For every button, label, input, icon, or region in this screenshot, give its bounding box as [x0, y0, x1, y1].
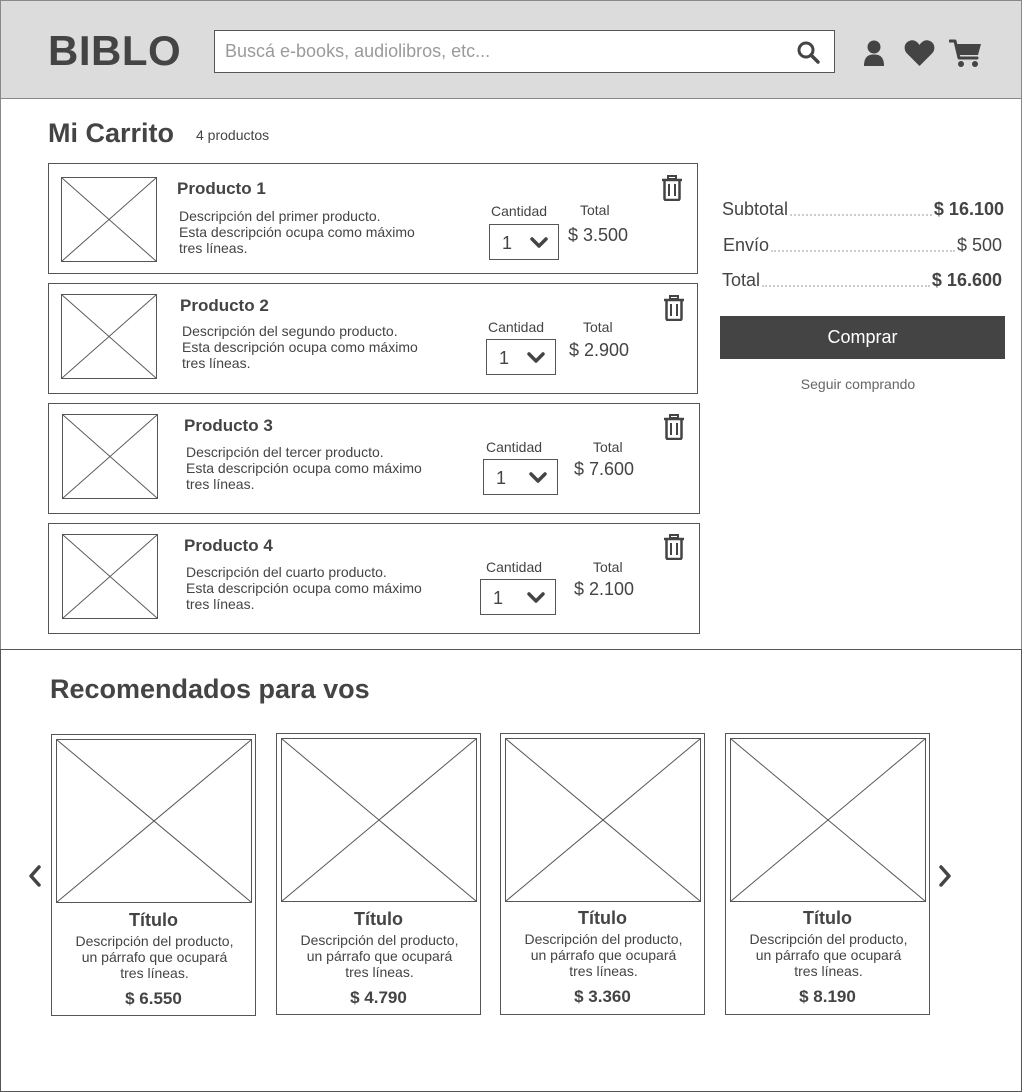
item-total: $ 2.100	[574, 579, 635, 599]
total-value: $ 16.600	[931, 270, 1002, 290]
trash-icon[interactable]	[663, 414, 685, 440]
product-name[interactable]: Producto 1	[177, 179, 266, 199]
search-icon[interactable]	[796, 40, 820, 64]
total-label: Total	[722, 270, 761, 290]
subtotal-value: $ 16.100	[933, 199, 1004, 219]
chevron-down-icon	[530, 237, 548, 248]
product-title: Título	[354, 909, 403, 929]
quantity-label: Cantidad	[491, 203, 548, 219]
search-input[interactable]	[215, 31, 775, 72]
product-price: $ 3.360	[574, 987, 631, 1006]
heart-icon[interactable]	[904, 39, 935, 67]
dotted-leader	[790, 214, 932, 216]
cart-item: Producto 2 Descripción del segundo produ…	[48, 283, 698, 394]
trash-icon[interactable]	[663, 534, 685, 560]
quantity-select[interactable]: 1	[486, 339, 556, 375]
product-description: Descripción del producto, un párrafo que …	[75, 933, 234, 981]
chevron-down-icon	[529, 472, 547, 483]
quantity-value: 1	[499, 348, 510, 368]
trash-icon[interactable]	[663, 295, 685, 321]
total-label: Total	[580, 202, 610, 218]
total-label: Total	[583, 319, 613, 335]
product-description: Descripción del cuarto producto. Esta des…	[186, 564, 422, 612]
quantity-value: 1	[493, 588, 504, 608]
item-total: $ 2.900	[569, 340, 630, 360]
quantity-select[interactable]: 1	[489, 224, 559, 260]
product-price: $ 4.790	[350, 988, 407, 1007]
product-title: Título	[578, 908, 627, 928]
product-description: Descripción del primer producto. Esta des…	[179, 208, 415, 256]
section-title: Recomendados para vos	[50, 674, 370, 704]
quantity-select[interactable]: 1	[483, 459, 558, 495]
product-image	[56, 739, 252, 903]
shipping-row: Envío $ 500	[723, 234, 1002, 256]
quantity-label: Cantidad	[488, 319, 545, 335]
quantity-label: Cantidad	[486, 439, 543, 455]
product-title: Título	[129, 910, 178, 930]
quantity-label: Cantidad	[486, 559, 543, 575]
header: BIBLO	[0, 0, 1022, 99]
product-image	[505, 738, 701, 902]
logo[interactable]: BIBLO	[48, 27, 181, 75]
product-image[interactable]	[62, 414, 158, 499]
chevron-right-icon[interactable]	[937, 864, 953, 888]
keep-shopping-link[interactable]: Seguir comprando	[720, 376, 996, 392]
product-description: Descripción del segundo producto. Esta de…	[182, 323, 418, 371]
dotted-leader	[771, 250, 955, 252]
cart-item: Producto 1 Descripción del primer produc…	[48, 163, 698, 274]
search-bar	[214, 30, 835, 73]
product-image[interactable]	[61, 177, 157, 262]
product-card[interactable]: Título Descripción del producto, un párra…	[500, 733, 705, 1015]
total-row: Total $ 16.600	[722, 269, 1002, 291]
product-image[interactable]	[61, 294, 157, 379]
item-total: $ 7.600	[574, 459, 635, 479]
shipping-value: $ 500	[956, 235, 1002, 255]
chevron-left-icon[interactable]	[27, 864, 43, 888]
product-description: Descripción del producto, un párrafo que …	[749, 931, 908, 979]
chevron-down-icon	[527, 352, 545, 363]
cart-item: Producto 4 Descripción del cuarto produc…	[48, 523, 700, 634]
buy-button[interactable]: Comprar	[720, 316, 1005, 359]
user-icon[interactable]	[863, 40, 885, 67]
product-description: Descripción del producto, un párrafo que …	[300, 932, 459, 980]
product-price: $ 6.550	[125, 989, 182, 1008]
total-label: Total	[593, 559, 623, 575]
subtotal-label: Subtotal	[722, 199, 789, 219]
dotted-leader	[762, 285, 930, 287]
product-price: $ 8.190	[799, 987, 856, 1006]
product-image[interactable]	[62, 534, 158, 619]
product-card[interactable]: Título Descripción del producto, un párra…	[51, 734, 256, 1016]
product-description: Descripción del producto, un párrafo que …	[524, 931, 683, 979]
item-total: $ 3.500	[568, 225, 629, 245]
chevron-down-icon	[527, 592, 545, 603]
product-card[interactable]: Título Descripción del producto, un párra…	[276, 733, 481, 1015]
cart-item: Producto 3 Descripción del tercer produc…	[48, 403, 700, 514]
total-label: Total	[593, 439, 623, 455]
subtotal-row: Subtotal $ 16.100	[722, 198, 1004, 220]
quantity-value: 1	[496, 468, 507, 488]
product-name[interactable]: Producto 4	[184, 536, 273, 556]
product-title: Título	[803, 908, 852, 928]
product-card[interactable]: Título Descripción del producto, un párra…	[725, 733, 930, 1015]
product-name[interactable]: Producto 2	[180, 296, 269, 316]
product-description: Descripción del tercer producto. Esta des…	[186, 444, 422, 492]
quantity-select[interactable]: 1	[480, 579, 556, 615]
product-image	[281, 738, 477, 902]
product-image	[730, 738, 926, 902]
shipping-label: Envío	[723, 235, 770, 255]
cart-icon[interactable]	[949, 39, 982, 68]
trash-icon[interactable]	[661, 175, 683, 201]
cart-item-count: 4 productos	[196, 127, 270, 143]
page-title: Mi Carrito	[48, 118, 175, 148]
product-name[interactable]: Producto 3	[184, 416, 273, 436]
quantity-value: 1	[502, 233, 513, 253]
